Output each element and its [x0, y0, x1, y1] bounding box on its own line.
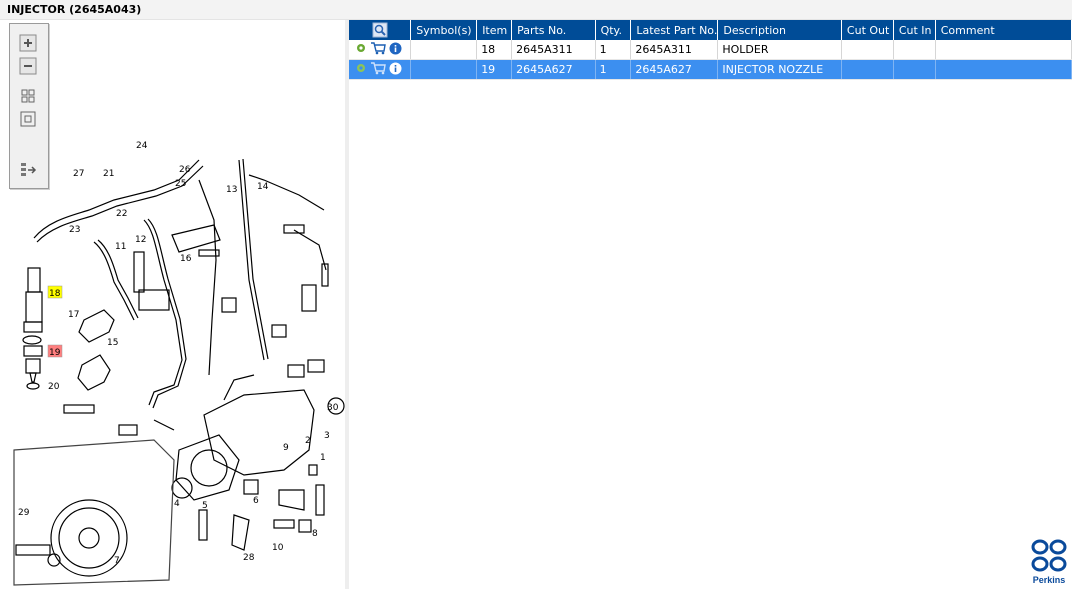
callout-12[interactable]: 12	[135, 235, 146, 245]
cell-comment	[935, 59, 1072, 80]
search-icon	[372, 22, 388, 38]
callout-6[interactable]: 6	[253, 496, 259, 506]
window-title: INJECTOR (2645A043)	[7, 3, 142, 16]
title-bar: INJECTOR (2645A043)	[0, 0, 1072, 20]
cell-cut-out	[841, 40, 894, 60]
square-icon	[20, 111, 36, 127]
callout-9[interactable]: 9	[283, 443, 289, 453]
callout-8[interactable]: 8	[312, 529, 318, 539]
cell-cut-out	[841, 59, 894, 80]
callout-23[interactable]: 23	[69, 225, 80, 235]
cell-latest-part-no: 2645A627	[630, 59, 719, 80]
callout-1[interactable]: 1	[320, 453, 326, 463]
callout-11[interactable]: 11	[115, 242, 126, 252]
plus-icon	[19, 34, 37, 52]
cell-qty: 1	[595, 40, 632, 60]
cell-latest-part-no: 2645A311	[630, 40, 719, 60]
callout-25[interactable]: 25	[175, 179, 186, 189]
pane-splitter[interactable]	[345, 20, 349, 589]
callout-13[interactable]: 13	[226, 185, 237, 195]
cart-icon[interactable]	[370, 41, 386, 58]
cell-symbols	[410, 40, 478, 60]
cell-qty: 1	[595, 59, 632, 80]
brand-name: Perkins	[1032, 575, 1066, 585]
callout-18[interactable]: 18	[49, 289, 61, 299]
exploded-parts-diagram[interactable]: 24 27 21 26 25 13 14 22 23 12 11 16 18 1…	[4, 20, 345, 589]
callout-5[interactable]: 5	[202, 501, 208, 511]
cell-parts-no: 2645A311	[511, 40, 596, 60]
cell-description: HOLDER	[717, 40, 842, 60]
export-icon	[21, 163, 37, 176]
callout-17[interactable]: 17	[68, 310, 79, 320]
perkins-logo-icon	[1031, 539, 1067, 572]
export-button[interactable]	[19, 161, 37, 179]
column-header-description[interactable]: Description	[717, 20, 842, 40]
actual-size-button[interactable]	[19, 110, 37, 128]
cell-item: 19	[476, 59, 513, 80]
grid-icon	[21, 89, 35, 103]
callout-labels: 24 27 21 26 25 13 14 22 23 12 11 16 18 1…	[18, 141, 339, 566]
column-header-cut-in[interactable]: Cut In	[893, 20, 936, 40]
gear-icon[interactable]	[355, 62, 367, 77]
callout-16[interactable]: 16	[180, 254, 192, 264]
callout-20[interactable]: 20	[48, 382, 60, 392]
callout-14[interactable]: 14	[257, 182, 269, 192]
cell-comment	[935, 40, 1072, 60]
callout-3[interactable]: 3	[324, 431, 330, 441]
callout-29[interactable]: 29	[18, 508, 30, 518]
callout-2[interactable]: 2	[305, 436, 311, 446]
zoom-toolbar	[9, 23, 49, 189]
diagram-pane[interactable]: 24 27 21 26 25 13 14 22 23 12 11 16 18 1…	[4, 20, 346, 589]
zoom-out-button[interactable]	[19, 57, 37, 75]
column-header-latest-part-no[interactable]: Latest Part No.	[630, 20, 719, 40]
column-header-symbols[interactable]: Symbol(s)	[410, 20, 478, 40]
callout-15[interactable]: 15	[107, 338, 118, 348]
callout-7[interactable]: 7	[114, 556, 120, 566]
minus-icon	[19, 57, 37, 75]
column-header-item[interactable]: Item	[476, 20, 513, 40]
info-icon[interactable]	[389, 42, 402, 58]
parts-grid: Symbol(s) Item Parts No. Qty. Latest Par…	[349, 20, 1072, 80]
fit-page-button[interactable]	[19, 87, 37, 105]
column-header-parts-no[interactable]: Parts No.	[511, 20, 596, 40]
cell-cut-in	[893, 59, 936, 80]
brand-logo: Perkins	[1028, 538, 1070, 588]
column-header-cut-out[interactable]: Cut Out	[841, 20, 894, 40]
callout-26[interactable]: 26	[179, 165, 191, 175]
cell-item: 18	[476, 40, 513, 60]
callout-21[interactable]: 21	[103, 169, 114, 179]
cell-parts-no: 2645A627	[511, 59, 596, 80]
cart-icon[interactable]	[370, 61, 386, 78]
parts-table: Symbol(s) Item Parts No. Qty. Latest Par…	[349, 20, 1072, 80]
callout-24[interactable]: 24	[136, 141, 148, 151]
cell-cut-in	[893, 40, 936, 60]
column-header-comment[interactable]: Comment	[935, 20, 1072, 40]
column-header-qty[interactable]: Qty.	[595, 20, 632, 40]
callout-30[interactable]: 30	[327, 403, 339, 413]
callout-19[interactable]: 19	[49, 348, 61, 358]
column-header-actions[interactable]	[349, 20, 412, 40]
callout-28[interactable]: 28	[243, 553, 255, 563]
callout-27[interactable]: 27	[73, 169, 84, 179]
callout-4[interactable]: 4	[174, 499, 180, 509]
table-header-row: Symbol(s) Item Parts No. Qty. Latest Par…	[349, 20, 1072, 40]
callout-22[interactable]: 22	[116, 209, 127, 219]
cell-description: INJECTOR NOZZLE	[717, 59, 842, 80]
info-icon[interactable]	[389, 62, 402, 78]
zoom-in-button[interactable]	[19, 34, 37, 52]
table-row-selected[interactable]: 19 2645A627 1 2645A627 INJECTOR NOZZLE	[349, 59, 1072, 80]
callout-10[interactable]: 10	[272, 543, 284, 553]
table-row[interactable]: 18 2645A311 1 2645A311 HOLDER	[349, 40, 1072, 60]
cell-symbols	[410, 59, 478, 80]
gear-icon[interactable]	[355, 42, 367, 57]
